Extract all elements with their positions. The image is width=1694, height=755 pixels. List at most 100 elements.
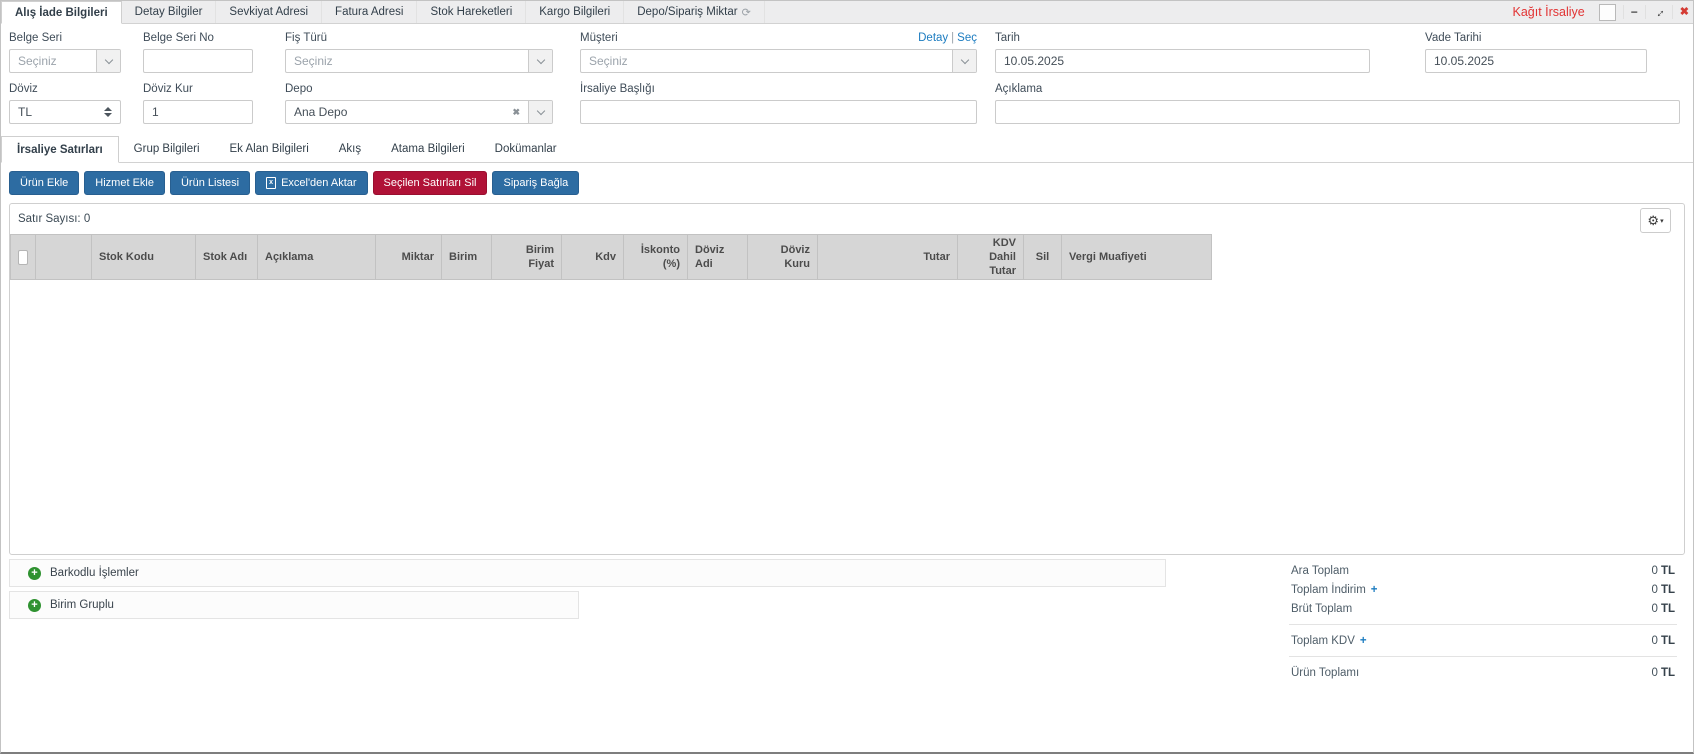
musteri-detay-link[interactable]: Detay xyxy=(918,32,948,44)
total-label: Toplam İndirim xyxy=(1291,583,1366,596)
col-miktar[interactable]: Miktar xyxy=(376,234,442,280)
chevron-down-icon[interactable] xyxy=(96,50,120,72)
col-doviz-adi[interactable]: Döviz Adi xyxy=(688,234,748,280)
header-form: Belge Seri Seçiniz Belge Seri No Fiş Tür… xyxy=(1,24,1693,134)
musteri-sec-link[interactable]: Seç xyxy=(957,32,977,44)
barkodlu-islemler-accordion[interactable]: + Barkodlu İşlemler xyxy=(9,559,1166,587)
main-tab-label: Alış İade Bilgileri xyxy=(15,6,108,19)
main-tab-bar: Alış İade Bilgileri Detay Bilgiler Sevki… xyxy=(1,1,1693,24)
main-tab-alis-iade-bilgileri[interactable]: Alış İade Bilgileri xyxy=(1,1,122,24)
col-sil[interactable]: Sil xyxy=(1024,234,1062,280)
divider xyxy=(1671,5,1673,19)
main-tab-kargo-bilgileri[interactable]: Kargo Bilgileri xyxy=(526,1,625,23)
col-kdv[interactable]: Kdv xyxy=(562,234,624,280)
col-iskonto[interactable]: İskonto (%) xyxy=(624,234,688,280)
col-aciklama[interactable]: Açıklama xyxy=(258,234,376,280)
tarih-input[interactable] xyxy=(996,54,1369,68)
main-tab-fatura-adresi[interactable]: Fatura Adresi xyxy=(322,1,418,23)
minimize-icon[interactable]: − xyxy=(1631,6,1638,18)
main-tab-sevkiyat-adresi[interactable]: Sevkiyat Adresi xyxy=(216,1,323,23)
irsaliye-basligi-input[interactable] xyxy=(581,105,976,119)
total-value: 0 xyxy=(1651,564,1658,577)
depo-combobox[interactable]: Ana Depo ✖ xyxy=(285,100,553,124)
doviz-select[interactable]: TL xyxy=(9,100,121,124)
main-tab-stok-hareketleri[interactable]: Stok Hareketleri xyxy=(417,1,527,23)
col-birim[interactable]: Birim xyxy=(442,234,492,280)
main-tab-depo-siparis-miktar[interactable]: Depo/Sipariş Miktar ⟳ xyxy=(624,1,765,23)
titlebar-checkbox[interactable] xyxy=(1598,3,1616,21)
close-icon[interactable]: ✖ xyxy=(1680,6,1689,18)
birim-gruplu-accordion[interactable]: + Birim Gruplu xyxy=(9,591,579,619)
fis-turu-label: Fiş Türü xyxy=(285,31,327,44)
total-currency: TL xyxy=(1660,634,1675,647)
aciklama-input[interactable] xyxy=(996,105,1679,119)
button-label: Ürün Ekle xyxy=(20,177,69,189)
field-depo: Depo Ana Depo ✖ xyxy=(285,82,553,124)
secilen-satirlari-sil-button[interactable]: Seçilen Satırları Sil xyxy=(372,171,488,195)
total-toplam-kdv: Toplam KDV + 0 TL xyxy=(1289,631,1677,650)
doviz-kur-input[interactable] xyxy=(144,105,252,119)
main-tab-label: Sevkiyat Adresi xyxy=(229,6,309,18)
fis-turu-value: Seçiniz xyxy=(294,54,333,68)
belge-seri-select[interactable]: Seçiniz xyxy=(9,49,121,73)
col-kdv-dahil-tutar[interactable]: KDV Dahil Tutar xyxy=(958,234,1024,280)
select-all-checkbox[interactable] xyxy=(18,249,28,265)
col-birim-fiyat[interactable]: Birim Fiyat xyxy=(492,234,562,280)
clear-icon[interactable]: ✖ xyxy=(512,107,520,118)
field-doviz: Döviz TL xyxy=(9,82,121,124)
musteri-select[interactable]: Seçiniz xyxy=(580,49,977,73)
siparis-bagla-button[interactable]: Sipariş Bağla xyxy=(492,171,580,195)
grid-settings-button[interactable]: ⚙ ▾ xyxy=(1640,208,1671,233)
maximize-icon[interactable]: ↔ xyxy=(1650,3,1668,21)
excel-aktar-button[interactable]: x Excel'den Aktar xyxy=(255,171,368,195)
hizmet-ekle-button[interactable]: Hizmet Ekle xyxy=(84,171,165,195)
col-label: Döviz Kuru xyxy=(780,243,810,270)
col-blank xyxy=(36,234,92,280)
main-tab-detay-bilgiler[interactable]: Detay Bilgiler xyxy=(122,1,217,23)
col-stok-kodu[interactable]: Stok Kodu xyxy=(92,234,196,280)
button-label: Excel'den Aktar xyxy=(281,177,357,189)
col-doviz-kuru[interactable]: Döviz Kuru xyxy=(748,234,818,280)
paper-irsaliye-link[interactable]: Kağıt İrsaliye xyxy=(1513,5,1585,19)
tab-irsaliye-satirlari[interactable]: İrsaliye Satırları xyxy=(1,136,119,163)
tab-dokumanlar[interactable]: Dokümanlar xyxy=(480,136,572,162)
add-kdv-icon[interactable]: + xyxy=(1360,635,1367,647)
total-label: Ara Toplam xyxy=(1291,564,1349,577)
field-fis-turu: Fiş Türü Seçiniz xyxy=(285,31,553,73)
field-tarih: Tarih xyxy=(995,31,1370,73)
add-discount-icon[interactable]: + xyxy=(1371,584,1378,596)
fis-turu-select[interactable]: Seçiniz xyxy=(285,49,553,73)
depo-value: Ana Depo xyxy=(294,105,348,119)
main-tab-label: Depo/Sipariş Miktar xyxy=(637,6,738,18)
field-doviz-kur: Döviz Kur xyxy=(143,82,253,124)
field-belge-seri-no: Belge Seri No xyxy=(143,31,253,73)
detail-tab-label: Grup Bilgileri xyxy=(133,143,200,155)
detail-tab-label: Ek Alan Bilgileri xyxy=(229,143,309,155)
form-row-1: Belge Seri Seçiniz Belge Seri No Fiş Tür… xyxy=(9,31,1693,73)
col-label: Vergi Muafiyeti xyxy=(1069,250,1147,263)
col-label: Birim Fiyat xyxy=(525,243,554,270)
divider xyxy=(1622,5,1624,19)
purchase-return-window: Alış İade Bilgileri Detay Bilgiler Sevki… xyxy=(0,0,1694,754)
tab-grup-bilgileri[interactable]: Grup Bilgileri xyxy=(119,136,215,162)
urun-listesi-button[interactable]: Ürün Listesi xyxy=(169,171,251,195)
grid-toolbar: Ürün Ekle Hizmet Ekle Ürün Listesi x Exc… xyxy=(1,163,1693,203)
col-tutar[interactable]: Tutar xyxy=(818,234,958,280)
col-stok-adi[interactable]: Stok Adı xyxy=(196,234,258,280)
gear-icon: ⚙ xyxy=(1647,212,1660,228)
col-vergi-muafiyeti[interactable]: Vergi Muafiyeti xyxy=(1062,234,1212,280)
total-toplam-indirim: Toplam İndirim + 0 TL xyxy=(1289,580,1677,599)
total-currency: TL xyxy=(1660,602,1675,615)
urun-ekle-button[interactable]: Ürün Ekle xyxy=(9,171,80,195)
detail-tab-label: Akış xyxy=(338,143,362,155)
chevron-down-icon[interactable] xyxy=(528,101,552,123)
col-label: Stok Kodu xyxy=(99,250,154,263)
chevron-down-icon[interactable] xyxy=(528,50,552,72)
musteri-value: Seçiniz xyxy=(589,54,628,68)
vade-tarihi-input[interactable] xyxy=(1426,54,1646,68)
belge-seri-no-input[interactable] xyxy=(144,54,252,68)
tab-akis[interactable]: Akış xyxy=(324,136,376,162)
tab-ek-alan-bilgileri[interactable]: Ek Alan Bilgileri xyxy=(215,136,324,162)
tab-atama-bilgileri[interactable]: Atama Bilgileri xyxy=(376,136,480,162)
chevron-down-icon[interactable] xyxy=(952,50,976,72)
